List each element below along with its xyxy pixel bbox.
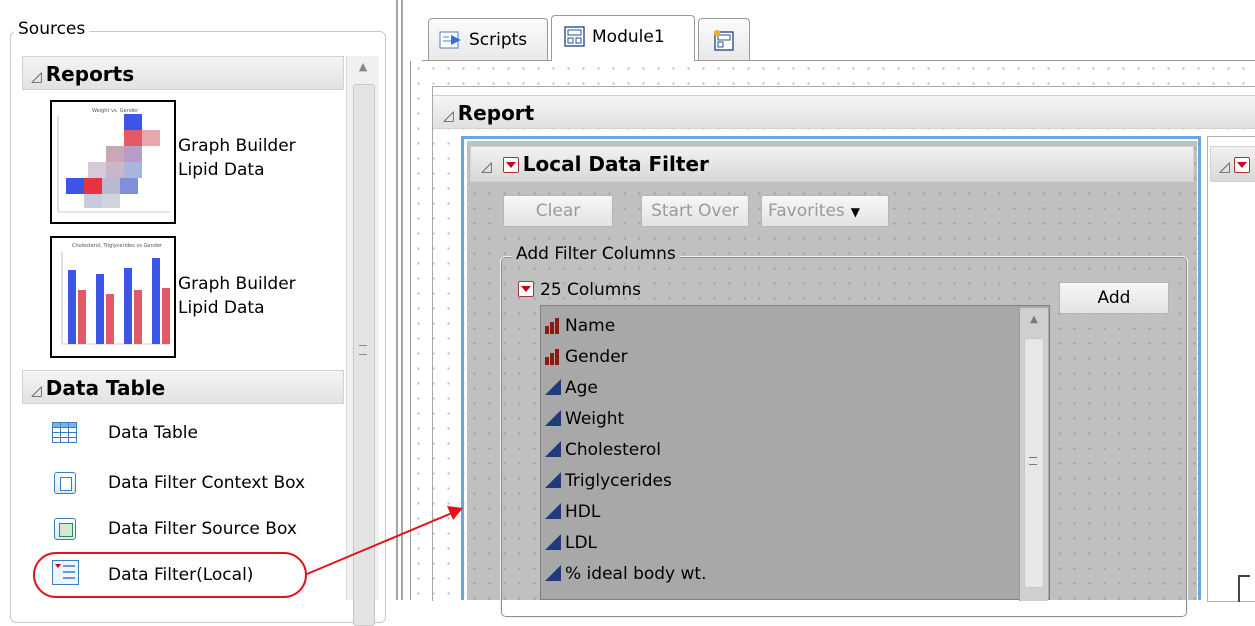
drag-arrow: [306, 506, 463, 575]
